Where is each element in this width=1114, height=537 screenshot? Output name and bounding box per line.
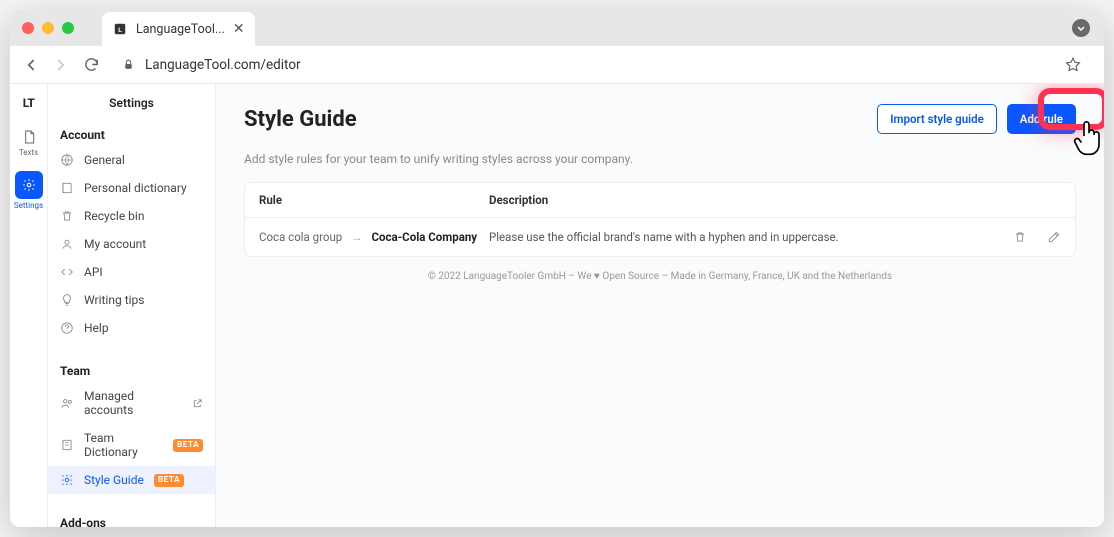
maximize-window-button[interactable] [62, 22, 74, 34]
browser-menu-button[interactable] [1072, 19, 1090, 37]
address-bar[interactable]: LanguageTool.com/editor [112, 51, 1092, 79]
page-subtitle: Add style rules for your team to unify w… [244, 152, 1076, 166]
sidebar-item-personal-dictionary[interactable]: Personal dictionary [48, 174, 215, 202]
titlebar: L LanguageTool... ✕ [10, 10, 1104, 46]
url-text: LanguageTool.com/editor [145, 57, 301, 73]
edit-rule-button[interactable] [1047, 230, 1061, 244]
sidebar-item-recycle-bin[interactable]: Recycle bin [48, 202, 215, 230]
rule-to: Coca-Cola Company [371, 230, 477, 244]
forward-button[interactable] [52, 56, 70, 74]
document-icon [20, 128, 38, 146]
section-heading-account: Account [48, 120, 215, 146]
sidebar-item-label: Team Dictionary [84, 431, 163, 459]
beta-badge: BETA [173, 439, 203, 452]
user-icon [60, 237, 74, 251]
rail-item-settings[interactable]: Settings [14, 167, 44, 214]
settings-sidebar: Settings Account General Personal dictio… [48, 84, 216, 527]
main-content: Style Guide Import style guide Add rule … [216, 84, 1104, 527]
help-icon [60, 321, 74, 335]
import-style-guide-button[interactable]: Import style guide [877, 104, 997, 134]
reload-button[interactable] [82, 56, 100, 74]
app-body: LT Texts Settings Settings Account Gener… [10, 84, 1104, 527]
sidebar-item-label: Help [84, 321, 109, 335]
toolbar: LanguageTool.com/editor [10, 46, 1104, 84]
add-rule-button[interactable]: Add rule [1007, 104, 1076, 134]
sidebar-item-label: Managed accounts [84, 389, 182, 417]
section-heading-team: Team [48, 356, 215, 382]
close-window-button[interactable] [22, 22, 34, 34]
footer-text: © 2022 LanguageTooler GmbH – We ♥ Open S… [244, 271, 1076, 282]
globe-icon [60, 153, 74, 167]
sidebar-item-managed-accounts[interactable]: Managed accounts [48, 382, 215, 424]
bulb-icon [60, 293, 74, 307]
sidebar-item-help[interactable]: Help [48, 314, 215, 342]
col-header-description: Description [489, 193, 981, 207]
page-header: Style Guide Import style guide Add rule [244, 104, 1076, 134]
arrow-icon: → [351, 230, 363, 244]
tab-favicon: L [112, 21, 128, 37]
app-logo[interactable]: LT [23, 92, 35, 118]
rule-cell: Coca cola group → Coca-Cola Company [259, 230, 489, 244]
minimize-window-button[interactable] [42, 22, 54, 34]
col-header-rule: Rule [259, 193, 489, 207]
external-link-icon [192, 398, 203, 409]
trash-icon [60, 209, 74, 223]
sidebar-item-label: General [84, 153, 125, 167]
rules-table: Rule Description Coca cola group → Coca-… [244, 182, 1076, 257]
sidebar-item-label: Style Guide [84, 473, 144, 487]
sidebar-item-label: Personal dictionary [84, 181, 187, 195]
sidebar-item-label: Writing tips [84, 293, 144, 307]
book-icon [60, 438, 74, 452]
sidebar-item-writing-tips[interactable]: Writing tips [48, 286, 215, 314]
sidebar-title: Settings [48, 84, 215, 120]
gear-icon [60, 473, 74, 487]
sidebar-item-label: API [84, 265, 103, 279]
bookmark-star-icon[interactable] [1064, 56, 1082, 74]
sidebar-item-label: My account [84, 237, 146, 251]
code-icon [60, 265, 74, 279]
header-actions: Import style guide Add rule [877, 104, 1076, 134]
back-button[interactable] [22, 56, 40, 74]
table-header: Rule Description [245, 183, 1075, 218]
left-rail: LT Texts Settings [10, 84, 48, 527]
browser-window: L LanguageTool... ✕ LanguageTool.com/edi… [10, 10, 1104, 527]
sidebar-item-general[interactable]: General [48, 146, 215, 174]
rail-label: Settings [14, 201, 43, 210]
tab-title: LanguageTool... [136, 22, 225, 37]
close-tab-icon[interactable]: ✕ [233, 21, 245, 37]
sidebar-item-style-guide[interactable]: Style Guide BETA [48, 466, 215, 494]
gear-icon [20, 176, 38, 194]
users-icon [60, 396, 74, 410]
table-row: Coca cola group → Coca-Cola Company Plea… [245, 218, 1075, 256]
sidebar-item-team-dictionary[interactable]: Team Dictionary BETA [48, 424, 215, 466]
browser-tab[interactable]: L LanguageTool... ✕ [102, 12, 255, 46]
rule-from: Coca cola group [259, 230, 342, 244]
traffic-lights [22, 22, 74, 34]
section-heading-addons: Add-ons [48, 508, 215, 527]
book-icon [60, 181, 74, 195]
beta-badge: BETA [154, 474, 184, 487]
sidebar-item-api[interactable]: API [48, 258, 215, 286]
delete-rule-button[interactable] [1013, 230, 1027, 244]
sidebar-item-my-account[interactable]: My account [48, 230, 215, 258]
page-title: Style Guide [244, 107, 357, 132]
sidebar-item-label: Recycle bin [84, 209, 144, 223]
description-cell: Please use the official brand's name wit… [489, 230, 981, 244]
rail-item-texts[interactable]: Texts [14, 124, 44, 161]
cursor-pointer-icon [1072, 116, 1104, 156]
svg-text:L: L [118, 26, 122, 34]
rail-label: Texts [19, 148, 38, 157]
lock-icon [122, 58, 135, 71]
